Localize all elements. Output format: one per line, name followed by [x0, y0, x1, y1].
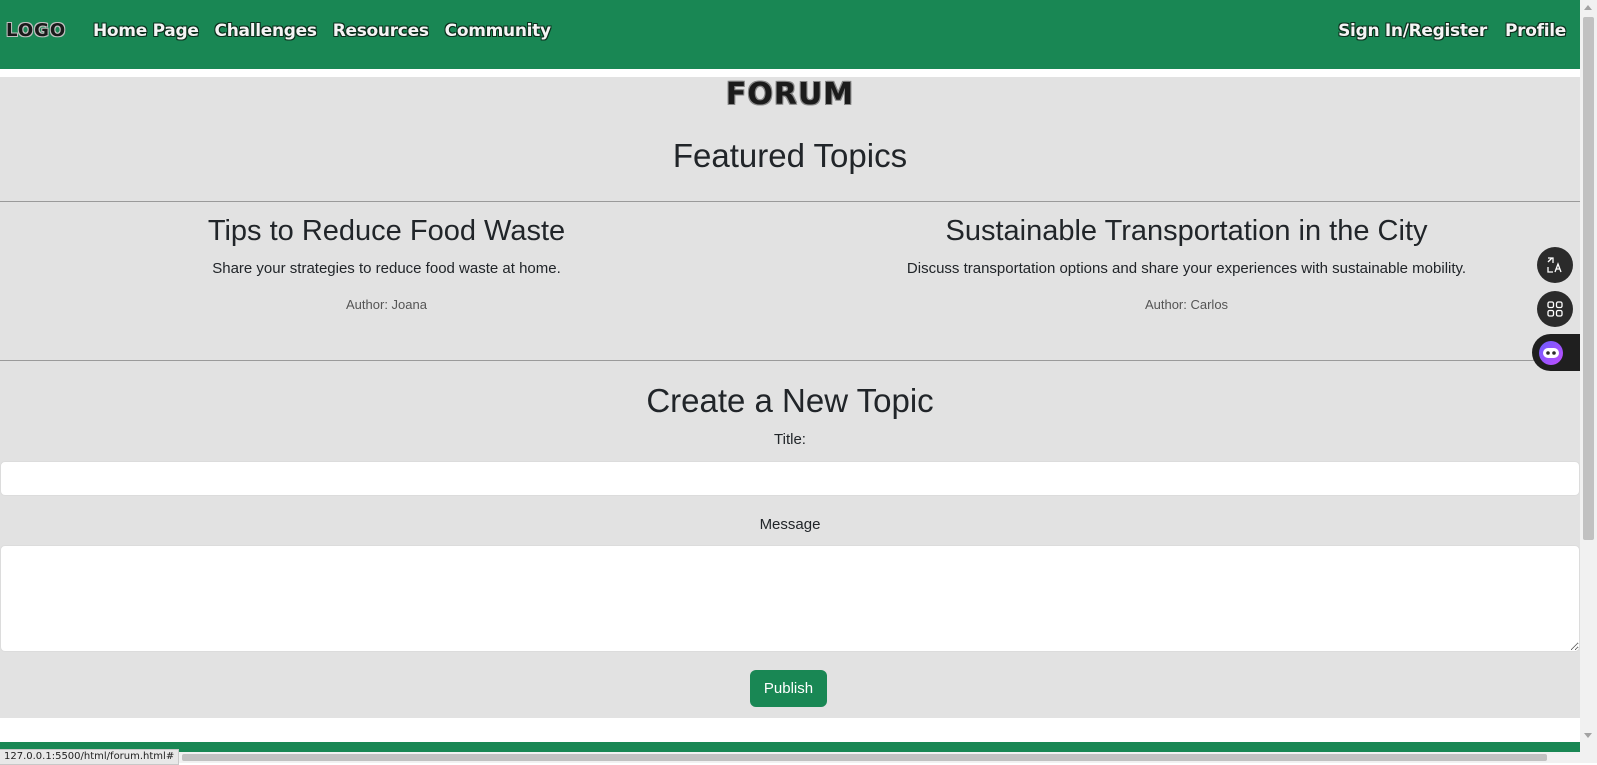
- featured-topic-card: Sustainable Transportation in the City D…: [793, 215, 1580, 312]
- topic-title[interactable]: Sustainable Transportation in the City: [793, 215, 1580, 248]
- scroll-up-icon[interactable]: [1584, 5, 1592, 10]
- message-textarea[interactable]: [0, 545, 1580, 652]
- assistant-button[interactable]: [1532, 334, 1582, 371]
- title-input[interactable]: [0, 461, 1580, 496]
- create-topic-heading: Create a New Topic: [646, 382, 934, 419]
- topic-description: Discuss transportation options and share…: [906, 260, 1467, 277]
- translate-button[interactable]: [1537, 247, 1573, 283]
- topic-title[interactable]: Tips to Reduce Food Waste: [0, 215, 773, 248]
- forum-heading: FORUM: [725, 77, 855, 112]
- featured-topics-heading: Featured Topics: [672, 137, 908, 174]
- divider: [0, 360, 1580, 361]
- nav-account-links: Sign In/Register Profile: [1338, 21, 1566, 41]
- nav-link-resources[interactable]: Resources: [333, 21, 429, 41]
- nav-link-community[interactable]: Community: [445, 21, 551, 41]
- horizontal-scroll-thumb[interactable]: [182, 754, 1547, 761]
- message-label: Message: [759, 516, 821, 533]
- topic-author: Author: Joana: [346, 297, 427, 312]
- translate-icon: [1547, 257, 1562, 273]
- featured-topic-card: Tips to Reduce Food Waste Share your str…: [0, 215, 773, 312]
- topic-description: Share your strategies to reduce food was…: [212, 260, 561, 277]
- topic-author: Author: Carlos: [1144, 297, 1229, 312]
- scroll-down-icon[interactable]: [1584, 733, 1592, 738]
- nav-link-sign-in[interactable]: Sign In/Register: [1338, 21, 1487, 41]
- nav-link-home[interactable]: Home Page: [93, 21, 199, 41]
- nav-link-profile[interactable]: Profile: [1505, 21, 1566, 41]
- apps-grid-icon: [1547, 301, 1563, 317]
- nav-links: Home Page Challenges Resources Community: [93, 21, 551, 41]
- nav-link-challenges[interactable]: Challenges: [215, 21, 317, 41]
- site-logo[interactable]: LOGO: [6, 20, 66, 41]
- vertical-scrollbar[interactable]: [1580, 0, 1597, 763]
- title-label: Title:: [774, 431, 806, 448]
- assistant-bot-icon: [1539, 340, 1563, 365]
- vertical-scroll-thumb[interactable]: [1583, 17, 1594, 540]
- publish-button[interactable]: Publish: [750, 670, 827, 707]
- top-navbar: LOGO Home Page Challenges Resources Comm…: [0, 0, 1580, 69]
- divider: [0, 201, 1580, 202]
- forum-main: FORUM Featured Topics Tips to Reduce Foo…: [0, 77, 1580, 718]
- horizontal-scrollbar[interactable]: [0, 752, 1580, 763]
- apps-button[interactable]: [1537, 291, 1573, 327]
